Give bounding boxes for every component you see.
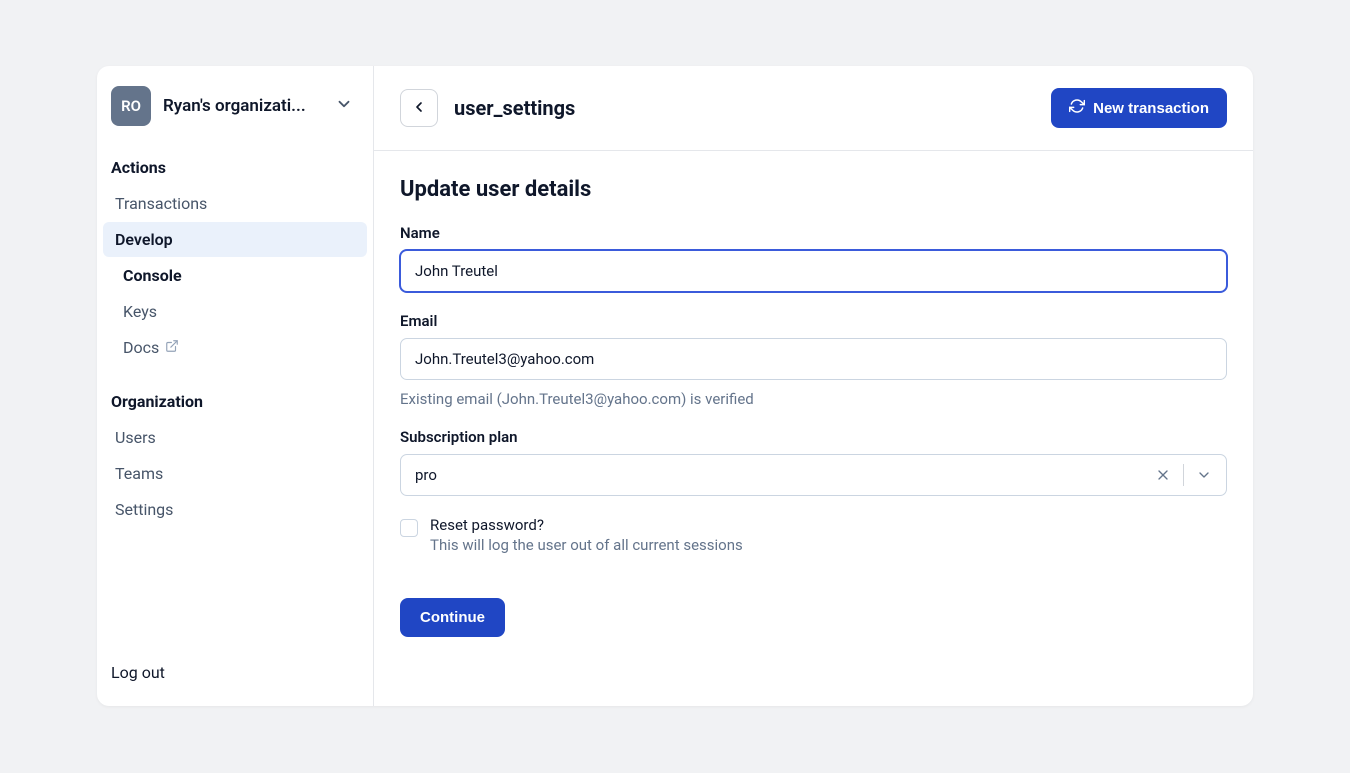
external-link-icon xyxy=(165,338,179,357)
chevron-down-icon xyxy=(335,95,353,117)
form-title: Update user details xyxy=(400,177,1227,202)
nav-heading-actions: Actions xyxy=(103,146,367,185)
chevron-left-icon xyxy=(411,99,427,118)
org-switcher[interactable]: RO Ryan's organizati... xyxy=(103,80,367,132)
main: user_settings New transaction Update use… xyxy=(374,66,1253,706)
plan-select[interactable]: pro xyxy=(400,454,1227,496)
email-label: Email xyxy=(400,312,1227,330)
form-group-plan: Subscription plan pro xyxy=(400,428,1227,496)
nav-section-organization: Organization Users Teams Settings xyxy=(103,380,367,528)
topbar-left: user_settings xyxy=(400,89,575,127)
org-name: Ryan's organizati... xyxy=(163,96,323,116)
sidebar-item-console[interactable]: Console xyxy=(103,258,367,293)
plan-value: pro xyxy=(415,466,1149,484)
nav-section-actions: Actions Transactions Develop Console Key… xyxy=(103,146,367,366)
plan-label: Subscription plan xyxy=(400,428,1227,446)
nav-heading-organization: Organization xyxy=(103,380,367,419)
reset-password-desc: This will log the user out of all curren… xyxy=(430,536,743,554)
clear-icon[interactable] xyxy=(1149,461,1177,489)
refresh-icon xyxy=(1069,98,1085,118)
chevron-down-icon[interactable] xyxy=(1190,461,1218,489)
name-input[interactable] xyxy=(400,250,1227,292)
sidebar-item-docs[interactable]: Docs xyxy=(103,330,367,365)
sidebar-item-transactions[interactable]: Transactions xyxy=(103,186,367,221)
page-title: user_settings xyxy=(454,96,575,120)
sidebar: RO Ryan's organizati... Actions Transact… xyxy=(97,66,374,706)
form-group-email: Email Existing email (John.Treutel3@yaho… xyxy=(400,312,1227,408)
new-transaction-button[interactable]: New transaction xyxy=(1051,88,1227,128)
sidebar-item-teams[interactable]: Teams xyxy=(103,456,367,491)
logout-link[interactable]: Log out xyxy=(111,663,359,682)
sidebar-item-keys[interactable]: Keys xyxy=(103,294,367,329)
new-transaction-label: New transaction xyxy=(1093,100,1209,117)
email-helper: Existing email (John.Treutel3@yahoo.com)… xyxy=(400,390,1227,408)
topbar: user_settings New transaction xyxy=(374,66,1253,151)
select-controls xyxy=(1149,461,1218,489)
org-avatar: RO xyxy=(111,86,151,126)
app-container: RO Ryan's organizati... Actions Transact… xyxy=(97,66,1253,706)
form-group-name: Name xyxy=(400,224,1227,292)
reset-password-checkbox[interactable] xyxy=(400,519,418,537)
email-input[interactable] xyxy=(400,338,1227,380)
sidebar-footer: Log out xyxy=(103,653,367,692)
sidebar-item-develop[interactable]: Develop xyxy=(103,222,367,257)
continue-button[interactable]: Continue xyxy=(400,598,505,637)
content: Update user details Name Email Existing … xyxy=(374,151,1253,663)
back-button[interactable] xyxy=(400,89,438,127)
sidebar-item-users[interactable]: Users xyxy=(103,420,367,455)
select-divider xyxy=(1183,464,1184,486)
name-label: Name xyxy=(400,224,1227,242)
sidebar-item-settings[interactable]: Settings xyxy=(103,492,367,527)
reset-password-label: Reset password? xyxy=(430,516,743,534)
form-group-reset: Reset password? This will log the user o… xyxy=(400,516,1227,554)
sidebar-item-label: Docs xyxy=(123,338,159,357)
